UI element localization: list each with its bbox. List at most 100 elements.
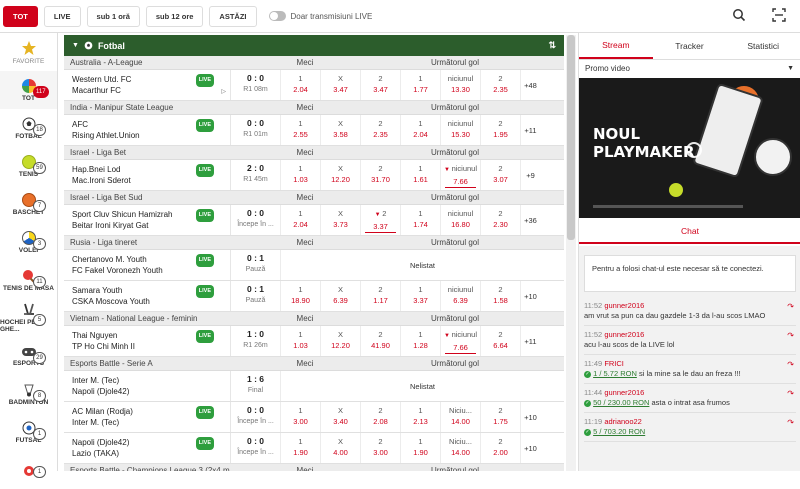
odd-button[interactable]: niciunul 6.39 — [440, 281, 480, 311]
match-teams[interactable]: Thai Nguyen TP Ho Chi Minh II LIVE — [64, 326, 230, 356]
filter-tab-sub-12-ore[interactable]: sub 12 ore — [145, 5, 204, 27]
search-icon[interactable] — [732, 8, 746, 22]
more-markets[interactable]: +48 — [520, 70, 540, 100]
filter-tab-live[interactable]: LIVE — [43, 5, 81, 27]
more-markets[interactable]: +36 — [520, 205, 540, 235]
sidebar-item-esports[interactable]: 29 ESPORTS — [0, 337, 57, 375]
odd-button[interactable]: 2 2.35 — [480, 70, 520, 100]
share-icon[interactable]: ↷ — [787, 331, 794, 341]
match-teams[interactable]: Samara Youth CSKA Moscova Youth LIVE — [64, 281, 230, 311]
odd-button[interactable]: ▼ 2 3.37 — [360, 205, 400, 235]
match-row[interactable]: AC Milan (Rodja) Inter M. (Tec) LIVE 0 : 0 Î… — [64, 402, 564, 433]
odd-button[interactable]: X 6.39 — [320, 281, 360, 311]
tab-statistici[interactable]: Statistici — [726, 33, 800, 59]
match-row[interactable]: Sport Cluv Shicun Hamizrah Beitar Ironi K… — [64, 205, 564, 236]
sidebar-item-tot[interactable]: 117 TOT — [0, 71, 57, 109]
league-header[interactable]: Israel - Liga Bet Meci Următorul gol — [64, 146, 564, 160]
odd-button[interactable]: X 12.20 — [320, 160, 360, 190]
league-header[interactable]: Israel - Liga Bet Sud Meci Următorul gol — [64, 191, 564, 205]
odd-button[interactable]: 2 1.17 — [360, 281, 400, 311]
more-markets[interactable]: +10 — [520, 433, 540, 463]
sidebar-item-futsal[interactable]: 1 FUTSAL — [0, 413, 57, 451]
message-user[interactable]: gunner2016 — [604, 388, 644, 397]
match-teams[interactable]: Inter M. (Tec) Napoli (Djole42) — [64, 371, 230, 401]
live-stream-toggle[interactable] — [268, 11, 286, 21]
message-user[interactable]: gunner2016 — [604, 330, 644, 339]
chevron-down-icon[interactable]: ▼ — [72, 42, 79, 49]
match-row[interactable]: Hap.Bnei Lod Mac.Ironi Sderot LIVE 2 : 0 R1 … — [64, 160, 564, 191]
sidebar-item-tenis[interactable]: 59 TENIS — [0, 147, 57, 185]
odd-button[interactable]: X 4.00 — [320, 433, 360, 463]
tab-tracker[interactable]: Tracker — [653, 33, 727, 59]
odd-button[interactable]: Niciu... 14.00 — [440, 402, 480, 432]
league-header[interactable]: India - Manipur State League Meci Următoru… — [64, 101, 564, 115]
odd-button[interactable]: X 3.73 — [320, 205, 360, 235]
sidebar-item-badminton[interactable]: 8 BADMINTON — [0, 375, 57, 413]
odd-button[interactable]: 1 2.55 — [280, 115, 320, 145]
filter-tab-sub-1-ora[interactable]: sub 1 oră — [86, 5, 140, 27]
match-row[interactable]: Chertanovo M. Youth FC Fakel Voronezh You… — [64, 250, 564, 281]
odd-button[interactable]: 1 1.03 — [280, 326, 320, 356]
events-scrollbar-thumb[interactable] — [567, 35, 575, 240]
match-teams[interactable]: Sport Cluv Shicun Hamizrah Beitar Ironi K… — [64, 205, 230, 235]
league-header[interactable]: Rusia - Liga tineret Meci Următorul gol — [64, 236, 564, 250]
odd-button[interactable]: 2 3.07 — [480, 160, 520, 190]
odd-button[interactable]: Niciu... 14.00 — [440, 433, 480, 463]
odd-button[interactable]: 1 1.90 — [400, 433, 440, 463]
odd-button[interactable]: niciunul 13.30 — [440, 70, 480, 100]
sidebar-item-darts[interactable]: 1 — [0, 451, 57, 489]
promo-video[interactable]: NOUL PLAYMAKER — [579, 78, 800, 218]
odd-button[interactable]: X 3.40 — [320, 402, 360, 432]
promo-dropdown[interactable]: Promo video ▼ — [579, 60, 800, 76]
match-row[interactable]: Western Utd. FC Macarthur FC LIVE ▷ 0 : 0 R1 … — [64, 70, 564, 101]
tab-stream[interactable]: Stream — [579, 33, 653, 59]
sidebar-item-volei[interactable]: 3 VOLEI — [0, 223, 57, 261]
play-icon[interactable] — [686, 142, 702, 158]
odd-button[interactable]: 2 3.00 — [360, 433, 400, 463]
odd-button[interactable]: 2 41.90 — [360, 326, 400, 356]
match-teams[interactable]: Napoli (Djole42) Lazio (TAKA) LIVE — [64, 433, 230, 463]
league-header[interactable]: Australia - A-League Meci Următorul gol — [64, 56, 564, 70]
match-row[interactable]: Samara Youth CSKA Moscova Youth LIVE 0 : 1 P… — [64, 281, 564, 312]
odd-button[interactable]: 1 1.74 — [400, 205, 440, 235]
message-user[interactable]: gunner2016 — [604, 301, 644, 310]
odd-button[interactable]: 2 1.58 — [480, 281, 520, 311]
odd-button[interactable]: 1 1.77 — [400, 70, 440, 100]
scan-icon[interactable] — [772, 8, 786, 22]
odd-button[interactable]: X 12.20 — [320, 326, 360, 356]
odd-button[interactable]: 1 1.28 — [400, 326, 440, 356]
odd-button[interactable]: ▼ niciunul 7.66 — [440, 160, 480, 190]
odd-button[interactable]: 2 2.30 — [480, 205, 520, 235]
filter-tab-astazi[interactable]: ASTĂZI — [209, 5, 257, 27]
sidebar-item-fotbal[interactable]: 18 FOTBAL — [0, 109, 57, 147]
more-markets[interactable]: +9 — [520, 160, 540, 190]
share-icon[interactable]: ↷ — [787, 302, 794, 312]
odd-button[interactable]: 1 1.61 — [400, 160, 440, 190]
odd-button[interactable]: 2 3.47 — [360, 70, 400, 100]
league-header[interactable]: Esports Battle - Serie A Meci Următorul go… — [64, 357, 564, 371]
more-markets[interactable]: +10 — [520, 281, 540, 311]
match-teams[interactable]: Western Utd. FC Macarthur FC LIVE ▷ — [64, 70, 230, 100]
odd-button[interactable]: X 3.58 — [320, 115, 360, 145]
share-icon[interactable]: ↷ — [787, 418, 794, 428]
filter-tab-tot[interactable]: TOT — [3, 5, 38, 27]
more-markets[interactable]: +11 — [520, 115, 540, 145]
odd-button[interactable]: 1 2.04 — [280, 70, 320, 100]
bet-ticket-link[interactable]: 50 / 230.00 RON — [593, 398, 649, 407]
bet-ticket-link[interactable]: 1 / 5.72 RON — [593, 369, 637, 378]
odd-button[interactable]: 2 1.95 — [480, 115, 520, 145]
odd-button[interactable]: 1 18.90 — [280, 281, 320, 311]
more-markets[interactable]: +10 — [520, 402, 540, 432]
match-row[interactable]: Thai Nguyen TP Ho Chi Minh II LIVE 1 : 0 R1 … — [64, 326, 564, 357]
message-user[interactable]: FRICI — [604, 359, 624, 368]
match-teams[interactable]: AC Milan (Rodja) Inter M. (Tec) LIVE — [64, 402, 230, 432]
play-icon[interactable]: ▷ — [221, 87, 226, 98]
sort-icon[interactable]: ⇅ — [548, 40, 556, 51]
odd-button[interactable]: 2 2.00 — [480, 433, 520, 463]
league-header[interactable]: Esports Battle - Champions League 3 (2x4… — [64, 464, 564, 471]
share-icon[interactable]: ↷ — [787, 389, 794, 399]
league-header[interactable]: Vietnam - National League - feminin Meci U… — [64, 312, 564, 326]
match-row[interactable]: Inter M. (Tec) Napoli (Djole42) 1 : 6 Final… — [64, 371, 564, 402]
odd-button[interactable]: 1 1.03 — [280, 160, 320, 190]
odd-button[interactable]: 2 2.35 — [360, 115, 400, 145]
